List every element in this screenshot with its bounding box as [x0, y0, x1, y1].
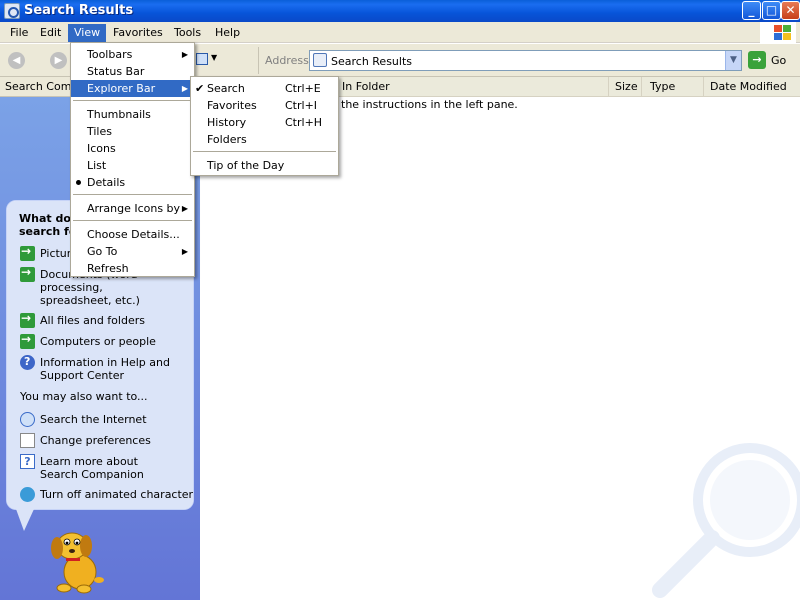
menu-item-toolbars[interactable]: Toolbars ▶ — [71, 46, 194, 63]
menu-item-history[interactable]: History Ctrl+H — [191, 114, 338, 131]
address-value: Search Results — [331, 55, 413, 68]
menu-tools[interactable]: Tools — [168, 24, 207, 42]
bubble-tail — [16, 509, 34, 531]
menu-item-refresh[interactable]: Refresh — [71, 260, 194, 277]
menu-item-favorites[interactable]: Favorites Ctrl+I — [191, 97, 338, 114]
go-arrow-icon[interactable]: → — [748, 51, 766, 69]
column-in-folder[interactable]: In Folder — [336, 77, 609, 96]
menu-item-thumbnails[interactable]: Thumbnails — [71, 106, 194, 123]
character-icon — [20, 487, 35, 502]
back-button[interactable]: ◀ — [8, 52, 25, 69]
help-icon: ? — [20, 454, 35, 469]
menu-item-details[interactable]: Details — [71, 174, 194, 191]
menu-item-label: Toolbars — [87, 48, 133, 61]
menu-item-search[interactable]: ✔ Search Ctrl+E — [191, 80, 338, 97]
radio-bullet-icon — [76, 180, 81, 185]
menu-item-tiles[interactable]: Tiles — [71, 123, 194, 140]
help-icon — [20, 355, 35, 370]
learn-more-link[interactable]: ? Learn more about Search Companion — [20, 454, 190, 482]
search-internet-icon — [20, 412, 35, 427]
go-button[interactable]: Go — [771, 54, 786, 67]
submenu-arrow-icon: ▶ — [181, 247, 188, 256]
menu-separator — [73, 194, 192, 195]
column-size[interactable]: Size — [609, 77, 642, 96]
forward-button[interactable]: ▶ — [50, 52, 67, 69]
menu-item-arrange-icons[interactable]: Arrange Icons by ▶ — [71, 200, 194, 217]
views-icon[interactable] — [196, 53, 208, 65]
menu-item-tip-of-the-day[interactable]: Tip of the Day — [191, 157, 338, 174]
menu-item-shortcut: Ctrl+H — [285, 116, 323, 129]
column-date-modified[interactable]: Date Modified — [704, 77, 800, 96]
menu-item-go-to[interactable]: Go To ▶ — [71, 243, 194, 260]
menu-item-choose-details[interactable]: Choose Details... — [71, 226, 194, 243]
magnifier-watermark-icon — [652, 443, 800, 598]
submenu-arrow-icon: ▶ — [181, 50, 188, 59]
submenu-arrow-icon: ▶ — [181, 204, 188, 213]
menu-item-label: Go To — [87, 245, 118, 258]
menu-item-shortcut: Ctrl+E — [285, 82, 321, 95]
menu-item-label: Details — [87, 176, 126, 189]
menu-separator — [73, 220, 192, 221]
checkmark-icon: ✔ — [195, 82, 205, 95]
menu-item-label: Favorites — [207, 99, 257, 112]
view-menu: Toolbars ▶ Status Bar Explorer Bar ▶ Thu… — [70, 42, 195, 277]
menu-edit[interactable]: Edit — [34, 24, 67, 42]
menu-item-explorer-bar[interactable]: Explorer Bar ▶ — [71, 80, 194, 97]
views-dropdown-icon[interactable]: ▼ — [211, 53, 217, 62]
menu-item-list[interactable]: List — [71, 157, 194, 174]
menu-separator — [73, 100, 192, 101]
results-message: the instructions in the left pane. — [341, 98, 518, 111]
windows-logo-icon — [760, 22, 796, 43]
search-window-icon — [4, 3, 20, 19]
search-dog-character-icon[interactable] — [44, 522, 108, 594]
window-title: Search Results — [24, 3, 134, 18]
arrow-icon — [20, 333, 35, 349]
menu-bar: File Edit View Favorites Tools Help — [0, 22, 800, 43]
close-button[interactable]: ✕ — [781, 1, 800, 20]
search-results-icon — [313, 53, 327, 67]
menu-help[interactable]: Help — [209, 24, 246, 42]
arrow-icon — [20, 266, 35, 282]
maximize-button[interactable]: □ — [762, 1, 781, 20]
title-bar[interactable]: Search Results _ □ ✕ — [0, 0, 800, 22]
address-field[interactable]: Search Results ▼ — [309, 50, 742, 71]
address-dropdown-icon[interactable]: ▼ — [725, 51, 741, 70]
arrow-icon — [20, 245, 35, 261]
menu-file[interactable]: File — [4, 24, 34, 42]
menu-item-label: History — [207, 116, 247, 129]
submenu-arrow-icon: ▶ — [181, 84, 188, 93]
address-label: Address — [265, 54, 309, 67]
menu-separator — [193, 151, 336, 152]
arrow-icon — [20, 312, 35, 328]
menu-item-label: Search — [207, 82, 245, 95]
toolbar-divider — [258, 47, 259, 74]
menu-favorites[interactable]: Favorites — [107, 24, 169, 42]
explorer-bar-submenu: ✔ Search Ctrl+E Favorites Ctrl+I History… — [190, 76, 339, 176]
minimize-button[interactable]: _ — [742, 1, 761, 20]
menu-item-label: Arrange Icons by — [87, 202, 181, 215]
menu-item-shortcut: Ctrl+I — [285, 99, 318, 112]
menu-item-status-bar[interactable]: Status Bar — [71, 63, 194, 80]
option-help-support[interactable]: Information in Help and Support Center — [20, 355, 190, 383]
preferences-icon — [20, 433, 35, 448]
also-want-label: You may also want to... — [20, 390, 148, 403]
menu-item-icons[interactable]: Icons — [71, 140, 194, 157]
menu-item-folders[interactable]: Folders — [191, 131, 338, 148]
menu-item-label: Explorer Bar — [87, 82, 156, 95]
column-type[interactable]: Type — [644, 77, 704, 96]
menu-view[interactable]: View — [68, 24, 107, 42]
